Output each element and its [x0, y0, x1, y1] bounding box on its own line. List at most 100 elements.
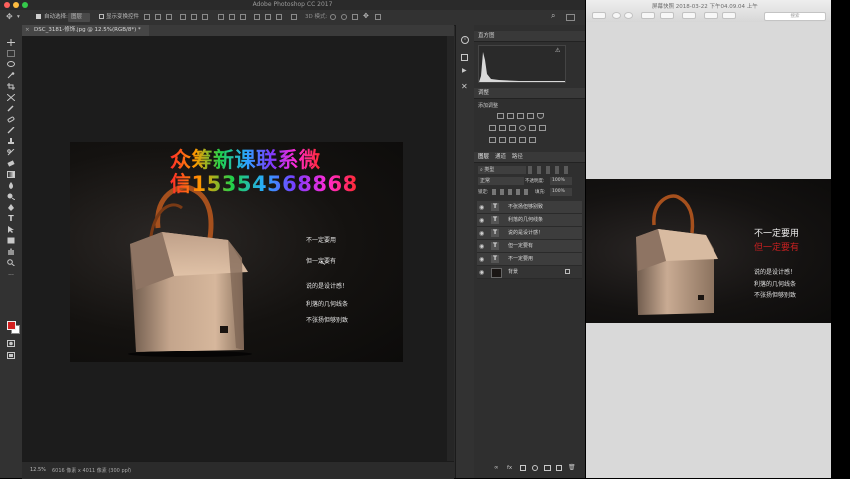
selective-color-icon[interactable] [519, 137, 526, 143]
show-transform-checkbox[interactable] [99, 14, 104, 19]
layer-name[interactable]: 不张扬但够别致 [508, 201, 543, 213]
canvas-area[interactable]: 众筹新课联系微 信15354568868 不一定要用 但一定要有 说的是设计感！… [22, 36, 447, 461]
visibility-eye-icon[interactable]: ◉ [479, 230, 484, 237]
color-balance-icon[interactable] [499, 125, 506, 131]
invert-icon[interactable] [489, 137, 496, 143]
histogram-panel-header[interactable]: 直方图 [474, 31, 585, 42]
pen-tool-icon[interactable] [7, 204, 15, 211]
layer-row[interactable]: ◉ T 但一定要有 [477, 240, 582, 253]
document-tab[interactable]: × DSC_3181-修饰.jpg @ 12.5%(RGB/8*) * [22, 25, 149, 36]
layer-filter-dropdown[interactable]: ⌕ 类型 [478, 166, 526, 174]
align-top-icon[interactable] [144, 14, 150, 20]
hue-saturation-icon[interactable] [489, 125, 496, 131]
clone-stamp-tool-icon[interactable] [7, 138, 15, 145]
search-icon[interactable]: ⌕ [551, 11, 555, 20]
threshold-icon[interactable] [509, 137, 516, 143]
3d-slide-icon[interactable]: ✥ [363, 12, 369, 21]
channel-mixer-icon[interactable] [529, 125, 536, 131]
layer-name[interactable]: 不一定要用 [508, 253, 533, 265]
document-info[interactable]: 6016 像素 x 4011 像素 (300 ppi) [52, 467, 131, 474]
layer-name[interactable]: 说的是设计感！ [508, 227, 543, 239]
tab-layers[interactable]: 图层 [478, 154, 489, 160]
add-mask-icon[interactable] [520, 465, 526, 471]
delete-layer-icon[interactable]: 🗑 [568, 464, 576, 471]
layer-style-icon[interactable]: fx [507, 465, 512, 471]
layer-row[interactable]: ◉ T 不一定要用 [477, 253, 582, 266]
history-brush-tool-icon[interactable] [7, 149, 15, 156]
status-menu-arrow-icon[interactable]: › [128, 466, 130, 472]
visibility-eye-icon[interactable]: ◉ [479, 243, 484, 250]
tab-channels[interactable]: 通道 [495, 154, 506, 160]
fill-field[interactable]: 100% [550, 188, 572, 196]
blur-tool-icon[interactable] [7, 182, 15, 189]
lasso-tool-icon[interactable] [7, 61, 15, 68]
posterize-icon[interactable] [499, 137, 506, 143]
markup-button[interactable] [660, 12, 674, 19]
search-field[interactable]: 搜索 [764, 12, 826, 21]
toolbox-button[interactable] [722, 12, 736, 19]
distribute-bottom-icon[interactable] [240, 14, 246, 20]
rectangle-tool-icon[interactable] [7, 237, 15, 244]
workspace-icon[interactable] [566, 14, 575, 21]
eraser-tool-icon[interactable] [7, 160, 15, 167]
dodge-tool-icon[interactable] [7, 193, 15, 200]
canvas-text-5[interactable]: 不张扬但够别致 [306, 315, 348, 324]
preview-image[interactable]: 不一定要用 但一定要有 说的是设计感！ 利落的几何线条 不张扬但够别致 [586, 179, 831, 323]
layer-row[interactable]: ◉ T 不张扬但够别致 [477, 201, 582, 214]
layer-row[interactable]: ◉ T 说的是设计感！ [477, 227, 582, 240]
zoom-out-button[interactable] [612, 12, 621, 19]
document-image[interactable]: 众筹新课联系微 信15354568868 不一定要用 但一定要有 说的是设计感！… [70, 142, 403, 362]
align-left-icon[interactable] [180, 14, 186, 20]
opacity-field[interactable]: 100% [550, 177, 572, 185]
histogram-warning-icon[interactable]: ⚠ [555, 47, 560, 54]
distribute-left-icon[interactable] [254, 14, 260, 20]
actions-play-icon[interactable]: ▶ [462, 67, 467, 74]
lock-icons[interactable] [492, 189, 528, 195]
link-layers-icon[interactable]: ∞ [494, 465, 499, 471]
move-tool-icon[interactable]: ✥ [6, 12, 13, 21]
vertical-scrollbar[interactable] [447, 36, 454, 461]
hand-tool-icon[interactable] [7, 248, 15, 255]
history-icon[interactable] [461, 54, 468, 61]
align-vcenter-icon[interactable] [155, 14, 161, 20]
close-tab-icon[interactable]: × [25, 25, 30, 36]
brightness-icon[interactable] [497, 113, 504, 119]
layer-row[interactable]: ◉ T 利落的几何线条 [477, 214, 582, 227]
rotate-button[interactable] [682, 12, 696, 19]
distribute-right-icon[interactable] [276, 14, 282, 20]
tool-presets-icon[interactable]: ✕ [461, 82, 468, 91]
lock-icon[interactable] [565, 269, 570, 274]
3d-roll-icon[interactable] [341, 14, 347, 20]
layer-filter-icons[interactable] [528, 166, 570, 174]
adjustments-panel-header[interactable]: 调整 [474, 88, 585, 99]
new-layer-icon[interactable] [556, 465, 562, 471]
photo-filter-icon[interactable] [519, 125, 526, 131]
auto-align-icon[interactable] [291, 14, 297, 20]
path-select-tool-icon[interactable] [7, 226, 15, 233]
distribute-top-icon[interactable] [218, 14, 224, 20]
exposure-icon[interactable] [527, 113, 534, 119]
zoom-in-button[interactable] [624, 12, 633, 19]
tool-preset-dropdown-icon[interactable]: ▾ [17, 13, 20, 22]
layer-row-background[interactable]: ◉ 背景 [477, 266, 582, 279]
align-bottom-icon[interactable] [166, 14, 172, 20]
canvas-text-3[interactable]: 说的是设计感！ [306, 281, 348, 290]
gradient-map-icon[interactable] [529, 137, 536, 143]
visibility-eye-icon[interactable]: ◉ [479, 217, 484, 224]
align-hcenter-icon[interactable] [191, 14, 197, 20]
layer-name[interactable]: 但一定要有 [508, 240, 533, 252]
move-tool-icon[interactable] [7, 39, 15, 46]
zoom-level[interactable]: 12.5% [30, 467, 46, 473]
screen-mode-icon[interactable] [7, 352, 15, 359]
canvas-text-4[interactable]: 利落的几何线条 [306, 299, 348, 308]
healing-brush-tool-icon[interactable] [7, 116, 15, 123]
zoom-tool-icon[interactable] [7, 259, 15, 266]
annotate-button[interactable] [704, 12, 718, 19]
quick-mask-icon[interactable] [7, 340, 15, 347]
auto-select-checkbox[interactable] [36, 14, 41, 19]
visibility-eye-icon[interactable]: ◉ [479, 204, 484, 211]
info-icon[interactable]: i [461, 36, 469, 44]
crop-tool-icon[interactable] [7, 83, 15, 90]
marquee-tool-icon[interactable] [7, 50, 15, 57]
visibility-eye-icon[interactable]: ◉ [479, 269, 484, 276]
